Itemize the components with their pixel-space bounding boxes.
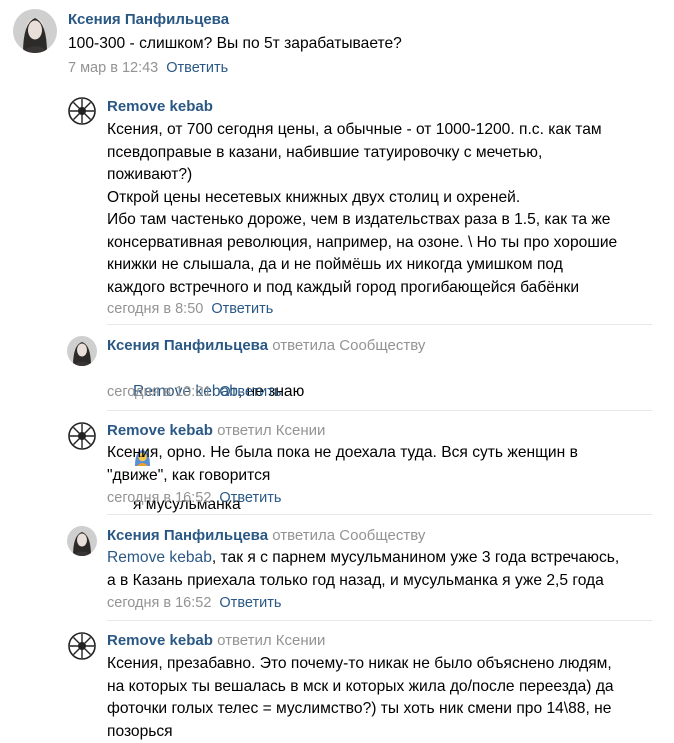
comment-text: Ксения, от 700 сегодня цены, а обычные -… — [107, 121, 618, 296]
comment: Ксения Панфильцева 100-300 - слишком? Вы… — [0, 0, 674, 90]
comment-author: Ксения Панфильцева ответила Сообществу — [107, 336, 425, 356]
author-name[interactable]: Ксения Панфильцева — [107, 337, 268, 354]
avatar[interactable] — [13, 9, 57, 53]
reply-target[interactable]: ответил Ксении — [217, 422, 325, 439]
comment-author: Remove kebab — [107, 97, 213, 117]
comment-text: 100-300 - слишком? Вы по 5т зарабатывает… — [68, 35, 402, 52]
reply-target[interactable]: ответил Ксении — [217, 632, 325, 649]
comment-meta: 7 мар в 12:43 Ответить — [68, 58, 228, 78]
comment-date[interactable]: сегодня в 16:52 — [107, 490, 211, 506]
comment-author: Ксения Панфильцева ответила Сообществу — [107, 526, 425, 546]
comment-reply: Remove kebab ответил Ксении Ксения, през… — [0, 625, 674, 740]
author-name[interactable]: Remove kebab — [107, 632, 213, 649]
divider — [107, 410, 652, 411]
community-logo-icon — [67, 96, 97, 126]
comment-meta: сегодня в 16:52 Ответить — [107, 488, 281, 508]
comment-reply: Remove kebab Ксения, от 700 сегодня цены… — [0, 90, 674, 330]
reply-target[interactable]: ответила Сообществу — [272, 527, 425, 544]
user-photo-icon — [67, 336, 97, 366]
comment-text: Ксения, орно. Не была пока не доехала ту… — [107, 444, 578, 484]
author-name[interactable]: Remove kebab — [107, 98, 213, 115]
reply-button[interactable]: Ответить — [219, 595, 281, 611]
comment-date[interactable]: 7 мар в 12:43 — [68, 60, 158, 76]
user-photo-icon — [13, 9, 57, 53]
comment-meta: сегодня в 10:01 Ответить — [107, 382, 281, 402]
comment-reply: Ксения Панфильцева ответила Сообществу R… — [0, 520, 674, 620]
comment-reply: Ксения Панфильцева ответила Сообществу R… — [0, 330, 674, 513]
author-name[interactable]: Remove kebab — [107, 422, 213, 439]
comment-meta: сегодня в 8:50 Ответить — [107, 299, 273, 319]
divider — [107, 620, 652, 621]
comment-author: Remove kebab ответил Ксении — [107, 631, 325, 651]
reply-button[interactable]: Ответить — [211, 301, 273, 317]
comment-date[interactable]: сегодня в 8:50 — [107, 301, 203, 317]
community-logo-icon — [67, 631, 97, 661]
avatar[interactable] — [67, 421, 97, 451]
comment-text: Ксения, презабавно. Это почему-то никак … — [107, 655, 614, 740]
divider — [107, 514, 652, 515]
user-photo-icon — [67, 526, 97, 556]
avatar[interactable] — [67, 96, 97, 126]
avatar[interactable] — [67, 336, 97, 366]
reply-target[interactable]: ответила Сообществу — [272, 337, 425, 354]
divider — [107, 324, 652, 325]
author-name[interactable]: Ксения Панфильцева — [107, 527, 268, 544]
reply-button[interactable]: Ответить — [219, 384, 281, 400]
avatar[interactable] — [67, 631, 97, 661]
reply-button[interactable]: Ответить — [219, 490, 281, 506]
comment-text: Remove kebab, так я с парнем мусульманин… — [107, 547, 667, 592]
comment-author[interactable]: Ксения Панфильцева — [68, 10, 229, 30]
comment-date[interactable]: сегодня в 16:52 — [107, 595, 211, 611]
comment-author: Remove kebab ответил Ксении — [107, 421, 325, 441]
comment-reply: Remove kebab ответил Ксении Ксения, орно… — [0, 415, 674, 515]
comment-date[interactable]: сегодня в 10:01 — [107, 384, 211, 400]
community-logo-icon — [67, 421, 97, 451]
avatar[interactable] — [67, 526, 97, 556]
reply-button[interactable]: Ответить — [166, 60, 228, 76]
comment-meta: сегодня в 16:52 Ответить — [107, 593, 281, 613]
comment-thread: Ксения Панфильцева 100-300 - слишком? Вы… — [0, 0, 674, 740]
mention-link[interactable]: Remove kebab — [107, 549, 212, 566]
